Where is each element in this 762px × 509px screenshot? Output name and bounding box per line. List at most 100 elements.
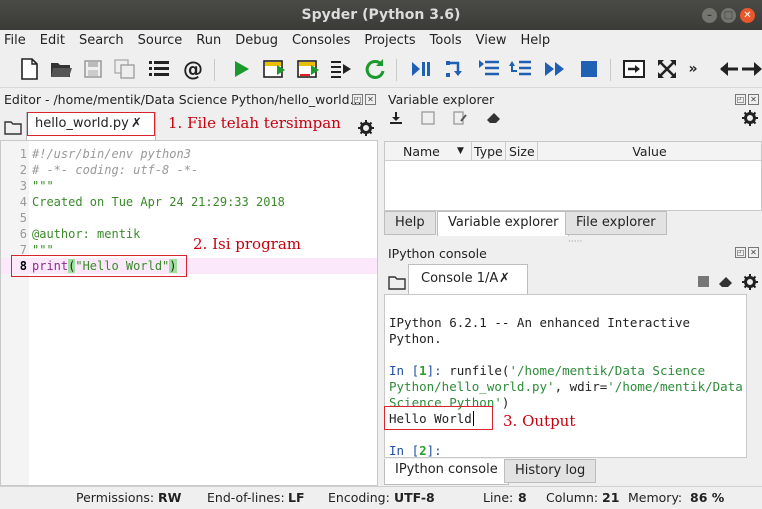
toolbar-divider [610, 59, 611, 81]
menu-projects[interactable]: Projects [364, 33, 415, 48]
maximize-icon[interactable]: □ [721, 8, 736, 23]
code-line: 6 @author: mentik [19, 227, 141, 241]
ipython-console-title: IPython console [388, 246, 487, 261]
eraser-icon[interactable] [484, 108, 504, 128]
file-browse-icon[interactable] [2, 117, 24, 137]
debug-icon[interactable] [408, 57, 434, 81]
column-name[interactable]: Name [403, 142, 440, 161]
menu-consoles[interactable]: Consoles [292, 33, 350, 48]
step-into-icon[interactable] [476, 57, 502, 81]
console-banner: Python. [389, 331, 442, 346]
gear-icon[interactable] [356, 118, 376, 138]
code-line: 5 [19, 211, 27, 225]
run-icon[interactable] [228, 57, 254, 81]
menu-tools[interactable]: Tools [430, 33, 462, 48]
at-icon[interactable]: @ [180, 57, 206, 81]
run-cell-icon[interactable] [262, 57, 288, 81]
maximize-pane-icon[interactable] [622, 57, 648, 81]
rerun-icon[interactable] [362, 57, 388, 81]
window-title: Spyder (Python 3.6) [301, 7, 461, 23]
column-type[interactable]: Type [471, 142, 503, 161]
column-value[interactable]: Value [537, 142, 761, 161]
minimize-icon[interactable]: – [702, 8, 717, 23]
annotation-program: 2. Isi program [193, 235, 302, 253]
menu-bar: File Edit Search Source Run Debug Consol… [0, 30, 762, 50]
tab-help[interactable]: Help [384, 211, 436, 235]
tab-console-1a[interactable]: Console 1/A ✗ [408, 264, 528, 294]
tab-variable-explorer[interactable]: Variable explorer [437, 211, 570, 236]
new-file-icon[interactable] [16, 57, 42, 81]
back-arrow-icon[interactable] [716, 57, 742, 81]
menu-file[interactable]: File [4, 33, 26, 48]
column-value: 21 [602, 490, 620, 505]
open-folder-icon[interactable] [48, 57, 74, 81]
highlight-box [384, 406, 493, 430]
stop-debug-icon[interactable] [576, 57, 602, 81]
list-icon[interactable] [146, 57, 172, 81]
title-bar: Spyder (Python 3.6) – □ ✕ [0, 0, 762, 30]
fullscreen-icon[interactable] [654, 57, 680, 81]
import-data-icon[interactable] [386, 108, 406, 128]
permissions-label: Permissions: [76, 490, 155, 505]
undock-icon[interactable]: ◰ [352, 94, 363, 105]
status-bar: Permissions: RW End-of-lines: LF Encodin… [0, 486, 762, 508]
close-icon[interactable]: ✕ [740, 8, 755, 23]
splitter-handle[interactable]: ····· [568, 237, 582, 247]
line-value: 8 [518, 490, 527, 505]
close-tab-icon[interactable]: ✗ [499, 268, 510, 290]
continue-icon[interactable] [542, 57, 568, 81]
highlight-box [11, 255, 187, 277]
column-size[interactable]: Size [505, 142, 535, 161]
gear-icon[interactable] [740, 272, 760, 292]
menu-view[interactable]: View [476, 33, 507, 48]
close-pane-icon[interactable]: ✕ [365, 94, 376, 105]
close-pane-icon[interactable]: ✕ [748, 247, 759, 258]
highlight-box [27, 112, 155, 136]
annotation-saved: 1. File telah tersimpan [168, 114, 341, 132]
step-icon[interactable] [442, 57, 468, 81]
file-browse-icon[interactable] [386, 272, 408, 292]
save-data-icon[interactable] [418, 108, 438, 128]
code-line: 2 # -*- coding: utf-8 -*- [19, 163, 199, 177]
stop-kernel-icon[interactable] [698, 276, 709, 287]
code-editor[interactable]: 1 #!/usr/bin/env python3 2 # -*- coding: u… [0, 140, 378, 486]
table-header: Name ▼ Type Size Value [385, 142, 761, 161]
memory-label: Memory: [628, 490, 683, 505]
toolbar: @ » [0, 50, 762, 88]
console-tab-label: Console 1/A [421, 271, 499, 286]
undock-icon[interactable]: ◰ [735, 247, 746, 258]
save-all-icon[interactable] [112, 57, 138, 81]
close-pane-icon[interactable]: ✕ [748, 94, 759, 105]
run-selection-icon[interactable] [328, 57, 354, 81]
forward-arrow-icon[interactable] [740, 57, 762, 81]
overflow-icon[interactable]: » [680, 57, 706, 81]
variable-table[interactable]: Name ▼ Type Size Value [384, 141, 762, 211]
menu-debug[interactable]: Debug [235, 33, 278, 48]
permissions-value: RW [158, 490, 182, 505]
menu-search[interactable]: Search [79, 33, 124, 48]
gear-icon[interactable] [740, 108, 760, 128]
run-cell-advance-icon[interactable] [296, 57, 322, 81]
undock-icon[interactable]: ◰ [735, 94, 746, 105]
encoding-value: UTF-8 [394, 490, 435, 505]
tab-file-explorer[interactable]: File explorer [565, 211, 667, 235]
console-prompt-line: In [2]: [389, 443, 442, 458]
tab-history-log[interactable]: History log [504, 459, 597, 483]
menu-source[interactable]: Source [138, 33, 183, 48]
menu-help[interactable]: Help [521, 33, 551, 48]
console-output[interactable]: IPython 6.2.1 -- An enhanced Interactive… [384, 294, 747, 458]
menu-edit[interactable]: Edit [40, 33, 65, 48]
console-banner: IPython 6.2.1 -- An enhanced Interactive [389, 315, 691, 330]
code-line: 4 Created on Tue Apr 24 21:29:33 2018 [19, 195, 285, 209]
step-return-icon[interactable] [508, 57, 534, 81]
tab-ipython-console[interactable]: IPython console [384, 459, 509, 485]
memory-value: 86 % [690, 490, 725, 505]
code-line: 3 """ [19, 179, 54, 193]
menu-run[interactable]: Run [196, 33, 221, 48]
save-icon[interactable] [80, 57, 106, 81]
eraser-icon[interactable] [716, 272, 736, 292]
eol-value: LF [288, 490, 305, 505]
console-input-line: Python/hello_world.py', wdir='/home/ment… [389, 379, 743, 394]
encoding-label: Encoding: [328, 490, 390, 505]
edit-icon[interactable] [450, 108, 470, 128]
